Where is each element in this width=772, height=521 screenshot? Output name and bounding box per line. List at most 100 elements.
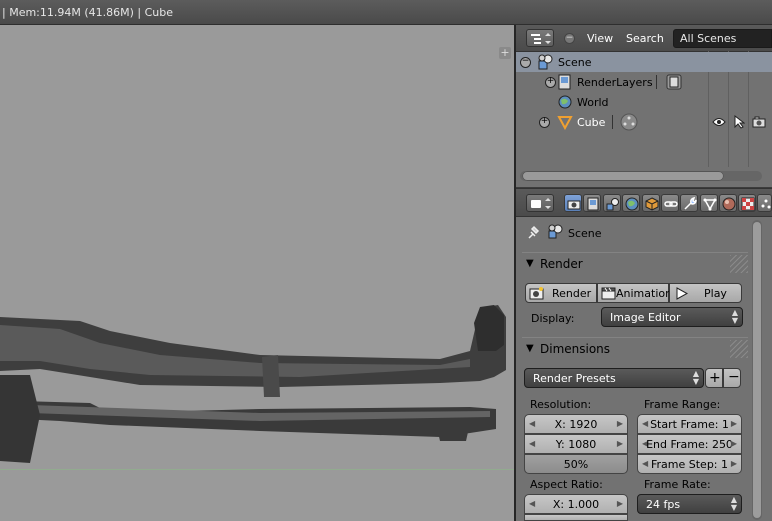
play-button[interactable]: Play xyxy=(669,283,742,303)
grid-line xyxy=(0,469,514,470)
display-label: Display: xyxy=(531,312,575,325)
scene-context-tab[interactable] xyxy=(603,194,621,212)
render-panel-header[interactable]: ▼ Render xyxy=(522,252,748,275)
cube-label: Cube xyxy=(577,116,606,129)
collapse-menu-icon[interactable]: − xyxy=(564,33,575,44)
outliner-header: − View Search All Scenes xyxy=(516,25,772,52)
display-select[interactable]: Image Editor ▲ ▼ xyxy=(601,307,743,327)
outliner-scrollbar[interactable] xyxy=(522,171,724,181)
resolution-y-field[interactable]: ◀ Y: 1080 ▶ xyxy=(524,434,628,454)
wrench-icon xyxy=(684,197,697,210)
clapperboard-icon xyxy=(601,287,616,300)
frame-rate-select[interactable]: 24 fps ▲ ▼ xyxy=(637,494,742,514)
outliner-row-world[interactable]: World xyxy=(516,92,772,112)
particles-context-tab[interactable] xyxy=(757,194,772,212)
renderlayers-icon xyxy=(558,74,571,90)
outliner-row-cube[interactable]: + Cube xyxy=(516,112,772,132)
row-separator xyxy=(656,75,657,89)
renderlayers-icon xyxy=(587,197,599,211)
3d-viewport[interactable]: + xyxy=(0,25,514,521)
area-split-plus-icon[interactable]: + xyxy=(499,47,511,59)
render-camera-icon[interactable] xyxy=(752,115,766,129)
collapse-triangle-icon: ▼ xyxy=(526,343,534,354)
expand-icon[interactable]: + xyxy=(545,77,556,88)
remove-preset-button[interactable]: − xyxy=(723,368,741,388)
minus-icon: − xyxy=(728,369,740,385)
mesh-data-icon xyxy=(703,198,717,211)
rifle-image xyxy=(0,305,506,463)
editor-type-button[interactable] xyxy=(526,194,554,212)
scene-icon xyxy=(606,198,619,211)
properties-editor: Scene ▼ Render Render Animation Play Dis… xyxy=(516,188,772,521)
cube-icon xyxy=(645,197,659,211)
front-sight xyxy=(474,305,504,351)
render-button[interactable]: Render xyxy=(525,283,597,303)
play-icon xyxy=(676,287,688,300)
world-context-tab[interactable] xyxy=(622,194,640,212)
menu-view[interactable]: View xyxy=(587,32,613,45)
select-cursor-icon[interactable] xyxy=(733,115,745,129)
display-select-value: Image Editor xyxy=(610,311,681,324)
end-frame-field[interactable]: ◀ End Frame: 250 ▶ xyxy=(637,434,742,454)
context-path-scene: Scene xyxy=(568,227,602,240)
properties-header xyxy=(516,188,772,217)
panel-drag-handle[interactable] xyxy=(730,340,748,358)
render-layers-context-tab[interactable] xyxy=(583,194,601,212)
animation-button[interactable]: Animation xyxy=(597,283,672,303)
material-context-tab[interactable] xyxy=(719,194,737,212)
pin-icon[interactable] xyxy=(526,225,542,241)
menu-search[interactable]: Search xyxy=(626,32,664,45)
increment-arrow-icon[interactable]: ▶ xyxy=(617,419,623,428)
scene-icon xyxy=(548,224,563,239)
render-context-tab[interactable] xyxy=(564,194,582,212)
updown-arrows-icon: ▲ ▼ xyxy=(730,495,737,512)
collapse-triangle-icon: ▼ xyxy=(526,258,534,269)
resolution-y-value: Y: 1080 xyxy=(555,438,597,451)
aspect-x-field[interactable]: ◀ X: 1.000 ▶ xyxy=(524,494,628,514)
constraints-context-tab[interactable] xyxy=(661,194,679,212)
dimensions-panel-header[interactable]: ▼ Dimensions xyxy=(522,337,748,360)
start-frame-field[interactable]: ◀ Start Frame: 1 ▶ xyxy=(637,414,742,434)
barrel-ring xyxy=(262,355,280,397)
render-presets-value: Render Presets xyxy=(533,372,616,385)
expand-icon[interactable]: + xyxy=(539,117,550,128)
renderlayers-label: RenderLayers xyxy=(577,76,653,89)
row-separator xyxy=(612,115,613,129)
outliner-editor-icon xyxy=(531,33,551,44)
plus-icon: + xyxy=(709,370,721,386)
mesh-data-icon[interactable] xyxy=(620,113,638,131)
object-context-tab[interactable] xyxy=(642,194,660,212)
increment-arrow-icon[interactable]: ▶ xyxy=(731,439,737,448)
increment-arrow-icon[interactable]: ▶ xyxy=(617,499,623,508)
resolution-percentage-slider[interactable]: 50% xyxy=(524,454,628,474)
mesh-object-icon xyxy=(557,116,573,130)
increment-arrow-icon[interactable]: ▶ xyxy=(617,439,623,448)
editor-type-button[interactable] xyxy=(526,29,554,47)
increment-arrow-icon[interactable]: ▶ xyxy=(731,459,737,468)
increment-arrow-icon[interactable]: ▶ xyxy=(731,419,737,428)
panel-drag-handle[interactable] xyxy=(730,255,748,273)
scene-label: Scene xyxy=(558,56,592,69)
frame-rate-value: 24 fps xyxy=(646,498,681,511)
modifiers-context-tab[interactable] xyxy=(680,194,698,212)
texture-context-tab[interactable] xyxy=(738,194,756,212)
checker-texture-icon xyxy=(741,197,755,211)
frame-range-label: Frame Range: xyxy=(644,398,721,411)
outliner-row-renderlayers[interactable]: + RenderLayers xyxy=(516,72,772,92)
frame-step-field[interactable]: ◀ Frame Step: 1 ▶ xyxy=(637,454,742,474)
resolution-x-field[interactable]: ◀ X: 1920 ▶ xyxy=(524,414,628,434)
rifle-grip xyxy=(0,375,40,463)
data-context-tab[interactable] xyxy=(700,194,718,212)
properties-scrollbar[interactable] xyxy=(753,222,761,518)
add-preset-button[interactable]: + xyxy=(705,368,723,388)
outliner-row-scene[interactable]: − Scene xyxy=(516,52,772,72)
collapse-icon[interactable]: − xyxy=(520,57,531,68)
visibility-eye-icon[interactable] xyxy=(712,116,726,128)
render-layer-icon[interactable] xyxy=(666,74,682,90)
display-mode-select[interactable]: All Scenes xyxy=(673,29,772,48)
scene-icon xyxy=(538,54,553,70)
material-sphere-icon xyxy=(722,197,736,211)
dimensions-panel-title: Dimensions xyxy=(540,342,611,356)
aspect-y-field[interactable] xyxy=(524,514,628,521)
render-presets-select[interactable]: Render Presets ▲ ▼ xyxy=(524,368,704,388)
